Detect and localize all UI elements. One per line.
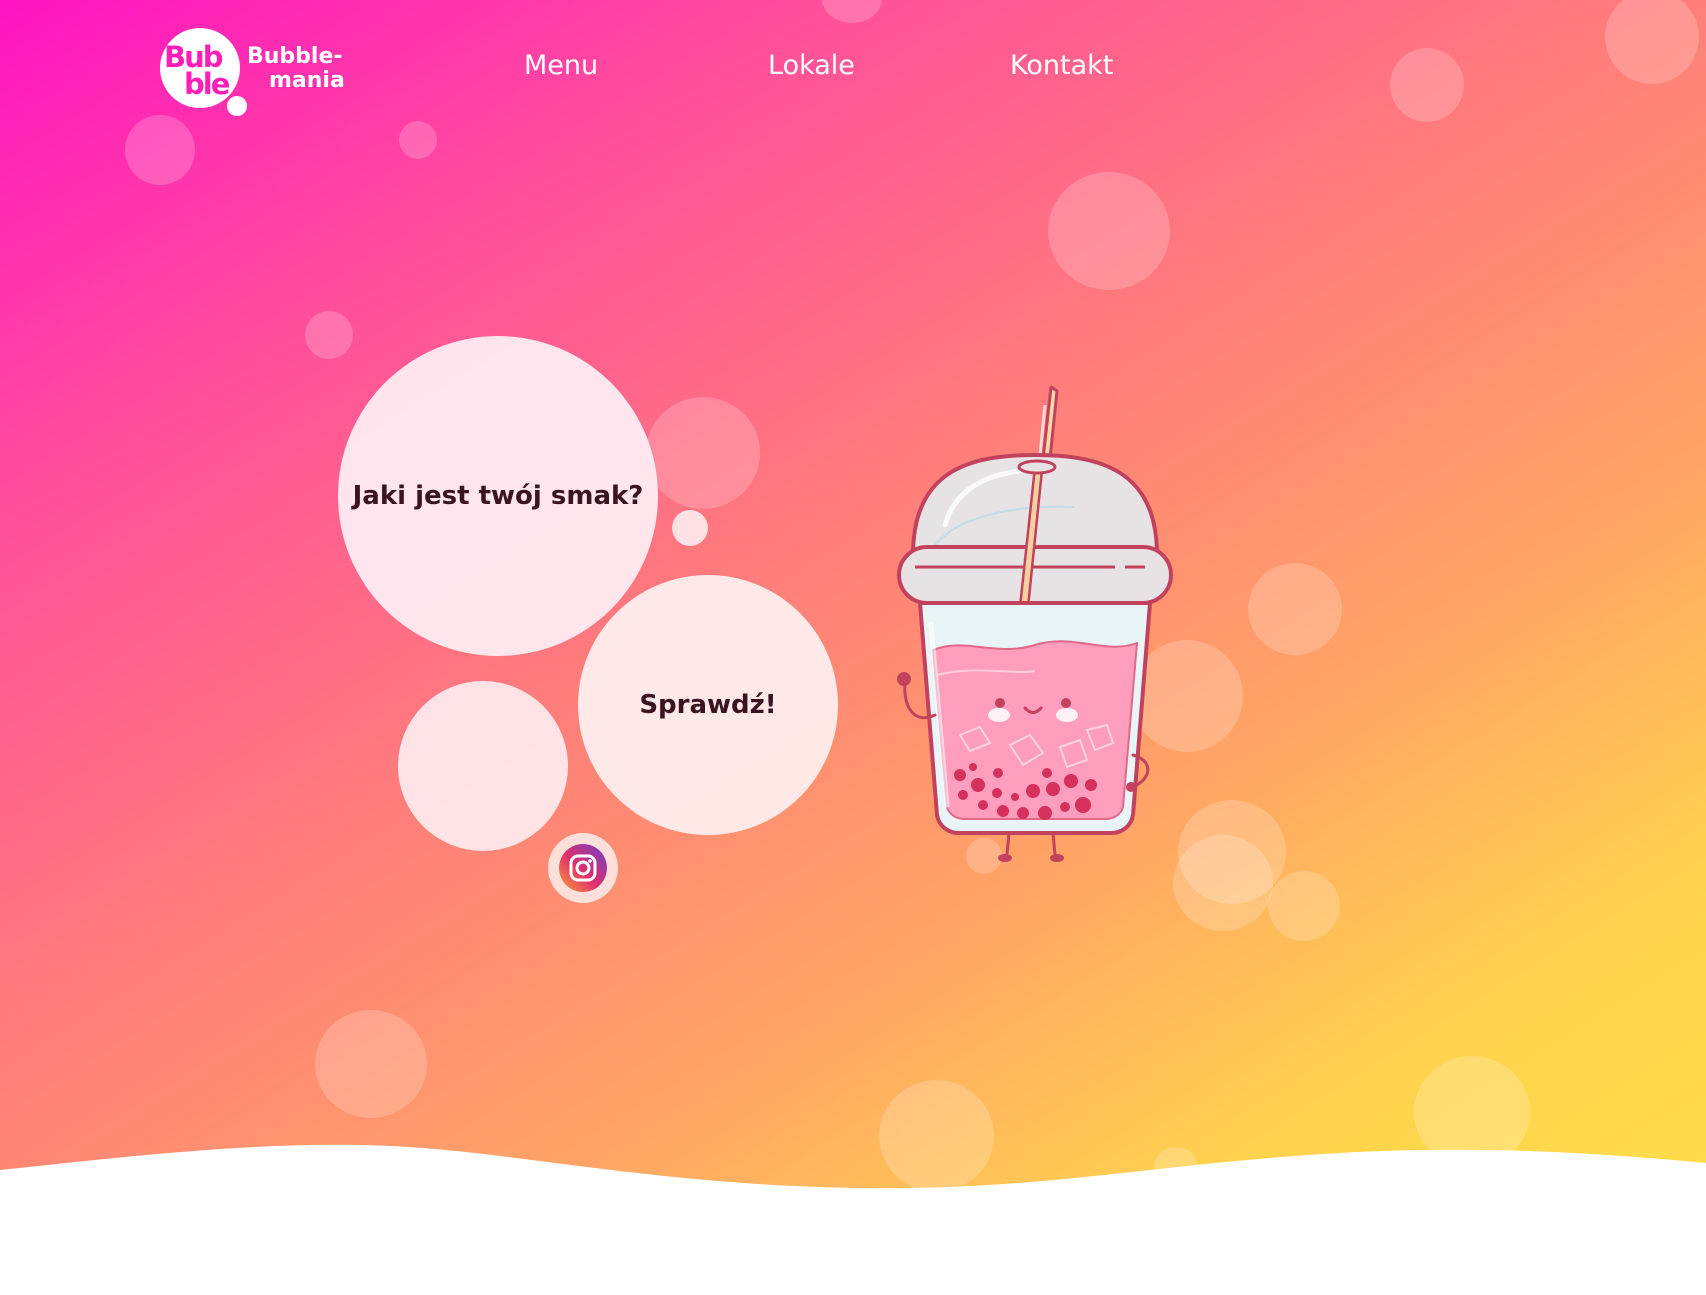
bottom-wave <box>0 1144 1706 1295</box>
check-button[interactable]: Sprawdź! <box>578 575 838 835</box>
question-text: Jaki jest twój smak? <box>352 481 644 511</box>
logo-name-line2: mania <box>269 68 345 93</box>
logo[interactable]: Bub ble Bubble- mania <box>160 28 360 124</box>
hero-section: Bub ble Bubble- mania Menu Lokale Kontak… <box>0 0 1706 1295</box>
empty-bubble <box>398 681 568 851</box>
background-bubble <box>1605 0 1699 84</box>
background-bubble <box>1248 563 1342 655</box>
question-bubble: Jaki jest twój smak? <box>338 336 658 656</box>
background-bubble <box>822 0 882 23</box>
nav-link-menu[interactable]: Menu <box>524 50 598 81</box>
check-button-label: Sprawdź! <box>639 690 777 720</box>
instagram-link[interactable] <box>548 833 618 903</box>
background-bubble <box>125 115 195 185</box>
background-bubble <box>646 397 760 509</box>
bubble-tea-mascot <box>897 385 1173 862</box>
nav-link-kontakt[interactable]: Kontakt <box>1010 50 1113 81</box>
logo-dot <box>227 96 247 116</box>
background-bubble <box>1390 48 1464 122</box>
background-bubble <box>1268 871 1340 941</box>
nav-link-lokale[interactable]: Lokale <box>768 50 855 81</box>
instagram-icon <box>559 844 607 892</box>
logo-name-line1: Bubble- <box>247 44 343 69</box>
small-decor-bubble <box>672 510 708 546</box>
background-bubble <box>399 121 437 159</box>
background-bubble <box>1048 172 1170 290</box>
logo-mark-line2: ble <box>184 67 230 101</box>
background-bubble <box>305 311 353 359</box>
